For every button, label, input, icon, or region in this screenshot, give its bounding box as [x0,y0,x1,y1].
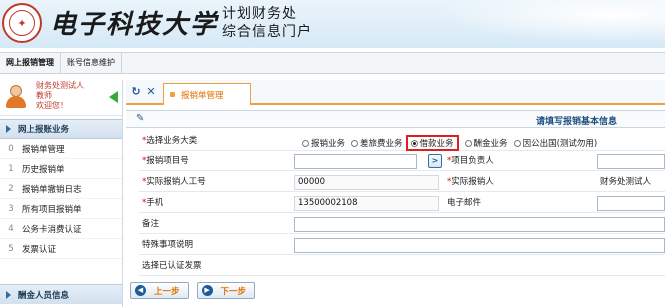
sidebar-item-label: 发票认证 [22,244,57,255]
radio-loan[interactable]: 借款业务 [405,135,459,151]
prev-step-label: 上一步 [154,286,180,297]
arrow-left-icon: ◀ [135,285,146,296]
sidebar-item-official-card[interactable]: 4 公务卡消费认证 [0,219,122,239]
prev-step-button[interactable]: ◀ 上一步 [130,282,189,299]
emp-id-label: *实际报销人工号 [142,177,206,187]
radio-remuneration[interactable]: 酬金业务 [464,135,508,151]
project-lead-input[interactable] [597,154,665,169]
phone-input[interactable]: 13500002108 [294,196,439,211]
radio-travel[interactable]: 差旅费业务 [351,135,403,151]
radio-reimbursement[interactable]: 报销业务 [302,135,345,151]
sidebar-item-history[interactable]: 1 历史报销单 [0,159,122,179]
sidebar-item-revoke-log[interactable]: 2 报销单撤销日志 [0,179,122,199]
phone-label: *手机 [142,198,164,208]
university-name: 电子科技大学 [50,10,219,40]
avatar [4,85,28,109]
form-title: 请填写报销基本信息 [536,117,618,127]
portal-title-line1: 计划财务处 [222,6,297,22]
email-label: 电子邮件 [447,198,482,208]
business-type-radios: 报销业务 差旅费业务 借款业务 酬金业务 因公出国(测试勿用) [302,135,603,151]
row-remark: 备注 [139,215,665,234]
invoice-area[interactable] [294,257,665,275]
actual-person-label: *实际报销人 [447,177,494,187]
collapse-sidebar-icon[interactable] [109,91,118,103]
university-logo: ✦ [2,3,42,43]
sidebar-item-number: 4 [8,223,14,234]
nav-account-info[interactable]: 账号信息维护 [61,53,122,73]
sidebar-item-label: 公务卡消费认证 [22,224,82,235]
sidebar-item-number: 2 [8,183,14,194]
emp-id-input[interactable]: 00000 [294,175,439,190]
sidebar-item-reimbursement-mgmt[interactable]: 0 报销单管理 [0,139,122,159]
row-business-type: *选择业务大类 报销业务 差旅费业务 借款业务 酬金业务 因公出国(测试勿用) [139,132,665,151]
refresh-icon[interactable]: ↻ [129,85,143,99]
sidebar-item-number: 0 [8,143,14,154]
project-no-label: *报销项目号 [142,156,189,166]
step-buttons: ◀ 上一步 ▶ 下一步 [130,282,256,299]
sidebar-item-label: 报销单撤销日志 [22,184,82,195]
special-label: 特殊事项说明 [142,240,194,250]
expand-arrow-icon [6,125,11,133]
sidebar-item-invoice-auth[interactable]: 5 发票认证 [0,239,122,259]
row-project: *报销项目号 > *项目负责人 [139,152,665,171]
edit-pencil-icon: ✎ [136,113,145,124]
sidebar-section-label: 网上报账业务 [18,125,70,135]
nav-online-reimbursement[interactable]: 网上报销管理 [0,53,61,73]
user-role: 教师 [36,91,52,100]
sidebar-item-number: 1 [8,163,14,174]
sidebar-item-all-projects[interactable]: 3 所有项目报销单 [0,199,122,219]
project-lookup-button[interactable]: > [428,154,442,168]
expand-arrow-icon [6,290,11,299]
radio-selected-icon [410,139,418,147]
form-title-bar: ✎ 请填写报销基本信息 [126,110,665,128]
tab-label: 报销单管理 [181,90,224,101]
project-no-input[interactable] [294,154,417,169]
business-type-label: *选择业务大类 [142,136,198,146]
email-input[interactable] [597,196,665,211]
remark-label: 备注 [142,219,160,229]
sidebar-item-number: 3 [8,203,14,214]
tab-reimbursement-mgmt[interactable]: 报销单管理 [163,83,251,105]
top-nav: 网上报销管理 账号信息维护 [0,52,665,74]
sidebar-item-label: 历史报销单 [22,164,65,175]
tab-bar: ↻ ✕ 报销单管理 [126,80,665,105]
sidebar-section-remuneration[interactable]: 酬金人员信息 [0,284,122,304]
radio-abroad[interactable]: 因公出国(测试勿用) [513,135,597,151]
header-banner: ✦ 电子科技大学 计划财务处 综合信息门户 [0,0,665,48]
sidebar-item-label: 所有项目报销单 [22,204,82,215]
sidebar-section-label: 酬金人员信息 [18,290,70,301]
user-name: 财务处测试人 [36,81,84,90]
next-step-button[interactable]: ▶ 下一步 [196,282,256,299]
row-invoice: 选择已认证发票 [139,257,665,276]
user-panel: 财务处测试人 教师 欢迎您！ [0,80,122,116]
close-icon[interactable]: ✕ [144,85,158,99]
radio-circle-icon [513,139,521,147]
tab-icon [170,92,175,97]
remark-input[interactable] [294,217,665,232]
sidebar-section-online[interactable]: 网上报账业务 [0,119,122,139]
banner-decoration [405,0,665,48]
portal-title-line2: 综合信息门户 [222,24,312,40]
radio-circle-icon [351,139,359,147]
row-special: 特殊事项说明 [139,236,665,255]
actual-person-value: 财务处测试人 [600,177,652,187]
user-info: 财务处测试人 教师 欢迎您！ [36,81,84,111]
sidebar: 财务处测试人 教师 欢迎您！ 网上报账业务 0 报销单管理 1 历史报销单 2 … [0,80,123,307]
invoice-label: 选择已认证发票 [142,261,202,271]
radio-circle-icon [302,139,309,147]
radio-circle-icon [464,139,472,147]
special-input[interactable] [294,238,665,253]
sidebar-item-number: 5 [8,243,14,254]
project-lead-label: *项目负责人 [447,156,494,166]
row-contact: *手机 13500002108 电子邮件 [139,194,665,213]
sidebar-item-label: 报销单管理 [22,144,65,155]
row-employee: *实际报销人工号 00000 *实际报销人 财务处测试人 [139,173,665,192]
portal-title: 计划财务处 综合信息门户 [222,5,312,41]
arrow-right-icon: ▶ [201,285,213,296]
user-welcome: 欢迎您！ [36,101,68,110]
next-step-label: 下一步 [220,286,247,297]
